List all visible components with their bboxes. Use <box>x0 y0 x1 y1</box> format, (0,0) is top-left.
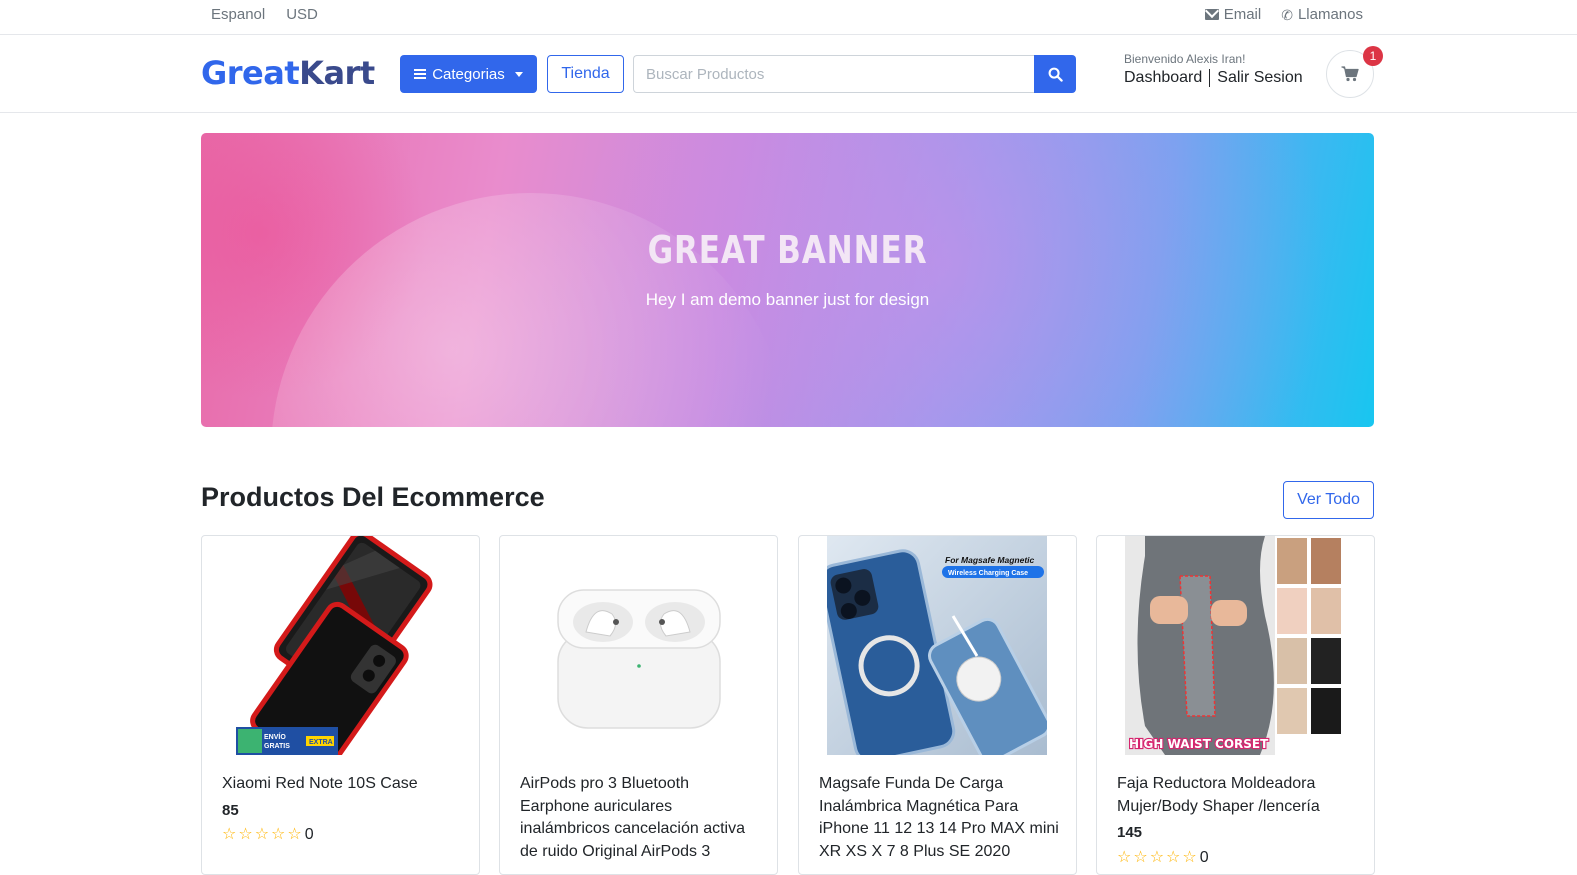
product-name[interactable]: Magsafe Funda De Carga Inalámbrica Magné… <box>819 773 1059 863</box>
svg-text:EXTRA: EXTRA <box>309 739 333 746</box>
product-rating: ☆ ☆ ☆ ☆ ☆ 0 <box>222 824 462 847</box>
svg-text:GRATIS: GRATIS <box>264 743 290 750</box>
logo-text-kart: Kart <box>299 54 375 92</box>
banner-title: GREAT BANNER <box>647 228 928 272</box>
contact-links: Email ✆ Llamanos <box>1204 6 1363 23</box>
product-price: 145 <box>1117 824 1143 841</box>
store-button[interactable]: Tienda <box>547 55 624 93</box>
iphone-case-image[interactable]: For Magsafe Magnetic Wireless Charging C… <box>827 536 1047 755</box>
product-price: 85 <box>222 801 239 819</box>
product-name[interactable]: AirPods pro 3 Bluetooth Earphone auricul… <box>520 773 760 863</box>
product-card[interactable]: ENVÍO GRATIS EXTRA Xiaomi Red Note 10S C… <box>201 535 480 875</box>
airpods-image[interactable] <box>528 536 748 755</box>
corset-image[interactable]: HIGH WAIST CORSET <box>1125 536 1345 755</box>
shipping-tag-text: ENVÍO <box>264 732 286 741</box>
product-card[interactable]: HIGH WAIST CORSET Faja Reductora Moldead… <box>1096 535 1375 875</box>
star-icon: ☆ <box>254 826 270 843</box>
rating-count: 0 <box>1199 848 1209 866</box>
search-input[interactable] <box>633 55 1034 93</box>
star-icon: ☆ <box>271 826 286 843</box>
star-icon: ☆ <box>238 826 253 843</box>
currency-selector[interactable]: USD <box>286 6 318 23</box>
star-icon: ☆ <box>1166 848 1181 866</box>
product-name[interactable]: Xiaomi Red Note 10S Case <box>222 773 462 796</box>
welcome-text: Bienvenido Alexis Iran! <box>1124 52 1246 66</box>
site-logo[interactable]: GreatKart <box>201 53 375 93</box>
phone-icon: ✆ <box>1281 6 1293 23</box>
section-title: Productos Del Ecommerce <box>201 482 545 512</box>
search-form <box>633 55 1076 93</box>
search-icon <box>1048 67 1063 82</box>
shopping-cart-icon <box>1341 66 1359 82</box>
product-card[interactable]: AirPods pro 3 Bluetooth Earphone auricul… <box>499 535 778 875</box>
product-info: Faja Reductora Moldeadora Mujer/Body Sha… <box>1117 773 1357 869</box>
star-icon: ☆ <box>287 826 302 843</box>
star-icon: ☆ <box>1149 848 1165 866</box>
star-icon: ☆ <box>1182 848 1197 866</box>
star-icon: ☆ <box>1117 848 1132 866</box>
categories-label: Categorias <box>432 65 505 83</box>
user-welcome: Bienvenido Alexis Iran! Dashboard Salir … <box>1124 52 1303 87</box>
email-label: Email <box>1223 6 1262 23</box>
logout-link[interactable]: Salir Sesion <box>1217 69 1302 87</box>
envelope-icon <box>1204 9 1219 20</box>
menu-icon <box>414 69 427 79</box>
link-divider <box>1209 69 1211 87</box>
language-selector[interactable]: Espanol <box>211 6 265 23</box>
product-card[interactable]: For Magsafe Magnetic Wireless Charging C… <box>798 535 1077 875</box>
product-info: Xiaomi Red Note 10S Case 85 ☆ ☆ ☆ ☆ ☆ 0 <box>222 773 462 847</box>
image-caption: HIGH WAIST CORSET <box>1129 737 1269 751</box>
product-name[interactable]: Faja Reductora Moldeadora Mujer/Body Sha… <box>1117 773 1357 818</box>
product-rating: ☆ ☆ ☆ ☆ ☆ 0 <box>1117 847 1357 870</box>
top-bar: Espanol USD Email ✆ Llamanos <box>0 0 1577 35</box>
hero-banner[interactable]: GREAT BANNER Hey I am demo banner just f… <box>201 133 1374 427</box>
user-links: Dashboard Salir Sesion <box>1124 69 1303 87</box>
logo-text-great: Great <box>201 54 300 92</box>
locale-switcher: Espanol USD <box>211 6 318 23</box>
banner-subtitle: Hey I am demo banner just for design <box>645 290 930 309</box>
call-label: Llamanos <box>1297 6 1363 23</box>
main-header: GreatKart Categorias Tienda Bienvenido A… <box>0 35 1577 113</box>
image-caption: For Magsafe Magnetic <box>945 555 1035 565</box>
view-all-button[interactable]: Ver Todo <box>1283 481 1374 519</box>
call-link[interactable]: ✆ Llamanos <box>1281 6 1363 23</box>
rating-count: 0 <box>304 826 314 843</box>
email-link[interactable]: Email <box>1204 6 1262 23</box>
categories-dropdown-button[interactable]: Categorias <box>400 55 537 93</box>
caret-down-icon <box>514 71 523 77</box>
cart-count-badge: 1 <box>1363 46 1383 66</box>
star-icon: ☆ <box>222 826 237 843</box>
dashboard-link[interactable]: Dashboard <box>1124 69 1202 87</box>
phone-case-image[interactable]: ENVÍO GRATIS EXTRA <box>230 536 450 755</box>
svg-text:Wireless Charging Case: Wireless Charging Case <box>948 570 1028 577</box>
star-icon: ☆ <box>1133 848 1148 866</box>
search-button[interactable] <box>1034 55 1076 93</box>
